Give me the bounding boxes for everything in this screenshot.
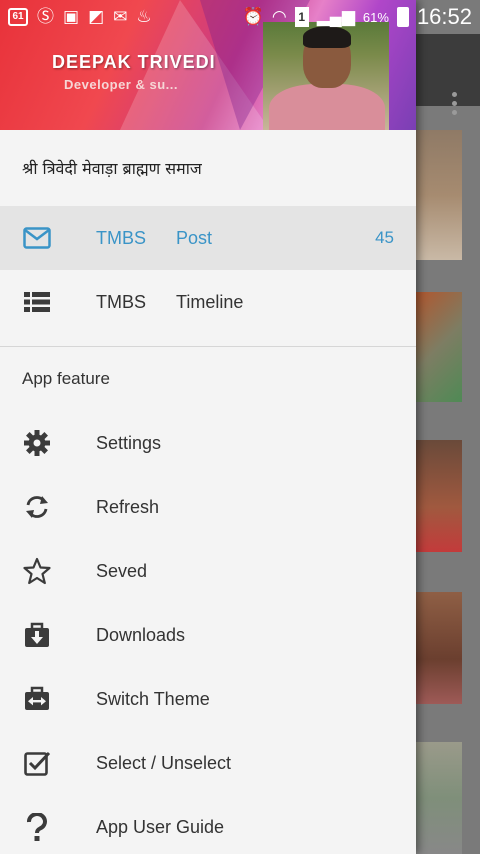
refresh-icon	[22, 492, 52, 522]
feed-card[interactable]	[416, 130, 462, 260]
notification-badge-icon: 61	[8, 8, 28, 26]
section-title: App feature	[22, 369, 110, 388]
battery-percent: 61%	[362, 9, 389, 25]
alarm-icon: ⏰	[242, 7, 264, 26]
menu-item-settings[interactable]: Settings	[0, 411, 416, 475]
image-settings-icon: ◩	[88, 7, 105, 26]
menu-item-label: Refresh	[96, 496, 160, 517]
nav-item-tmbs-timeline[interactable]: TMBS Timeline	[0, 270, 416, 334]
star-icon	[22, 556, 52, 586]
help-icon	[22, 812, 52, 842]
menu-item-saved[interactable]: Seved	[0, 539, 416, 603]
wifi-icon: ◠	[271, 7, 287, 26]
checkbox-icon	[22, 748, 52, 778]
navigation-drawer: DEEPAK TRIVEDI Developer & su... श्री त्…	[0, 0, 416, 854]
mail-icon	[22, 223, 52, 253]
profile-name: DEEPAK TRIVEDI	[52, 52, 216, 72]
gallery-icon: ▣	[63, 7, 80, 26]
clock: 16:52	[416, 4, 472, 29]
menu-item-label: App User Guide	[96, 816, 225, 837]
nav-item-label-secondary: Timeline	[176, 291, 244, 312]
download-icon	[22, 620, 52, 650]
post-count-badge: 45	[375, 228, 394, 247]
menu-item-label: Switch Theme	[96, 688, 210, 709]
feed-card[interactable]	[416, 440, 462, 552]
menu-item-select-unselect[interactable]: Select / Unselect	[0, 731, 416, 795]
nav-item-tmbs-post[interactable]: TMBS Post 45	[0, 206, 416, 270]
nav-item-label: TMBS	[96, 291, 147, 312]
nav-item-label: TMBS	[96, 227, 147, 248]
overflow-menu-icon[interactable]	[452, 92, 458, 116]
gmail-icon: ✉	[113, 7, 128, 26]
gear-icon	[22, 428, 52, 458]
app-notification-icon: Ⓢ	[37, 7, 54, 26]
profile-photo[interactable]	[263, 22, 389, 130]
menu-item-label: Downloads	[96, 624, 186, 645]
list-icon	[22, 287, 52, 317]
switch-theme-icon	[22, 684, 52, 714]
menu-item-downloads[interactable]: Downloads	[0, 603, 416, 667]
tinder-icon: ♨	[136, 7, 152, 26]
menu-item-switch-theme[interactable]: Switch Theme	[0, 667, 416, 731]
battery-icon	[396, 7, 409, 27]
menu-item-refresh[interactable]: Refresh	[0, 475, 416, 539]
menu-item-label: Select / Unselect	[96, 752, 232, 773]
sim-icon: 1	[294, 7, 309, 27]
feed-card[interactable]	[416, 592, 462, 704]
signal-icon: ▂▄▆	[316, 7, 355, 26]
status-bar: 61 Ⓢ ▣ ◩ ✉ ♨ ⏰ ◠ 1 ▂▄▆ 61% 16:52	[0, 0, 480, 34]
profile-subtitle: Developer & su...	[64, 77, 178, 92]
organization-title: श्री त्रिवेदी मेवाड़ा ब्राह्मण समाज	[22, 159, 202, 178]
nav-item-label-secondary: Post	[176, 227, 213, 248]
menu-item-label: Settings	[96, 432, 162, 453]
menu-item-app-user-guide[interactable]: App User Guide	[0, 795, 416, 854]
feed-card[interactable]	[416, 742, 462, 854]
feed-card[interactable]	[416, 292, 462, 402]
menu-item-label: Seved	[96, 560, 148, 581]
